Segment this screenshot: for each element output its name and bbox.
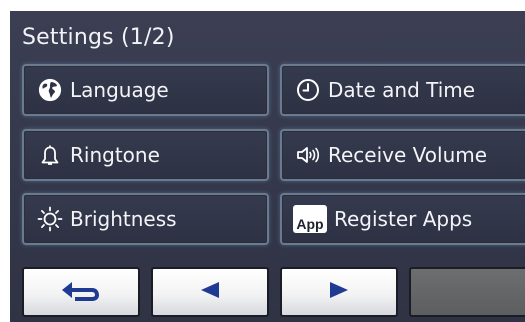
- next-page-button[interactable]: [280, 267, 398, 317]
- app-icon: App: [292, 205, 328, 233]
- page-title: Settings (1/2): [22, 25, 175, 50]
- ringtone-label: Ringtone: [70, 143, 160, 167]
- register-apps-button[interactable]: App Register Apps: [280, 193, 525, 245]
- brightness-button[interactable]: Brightness: [22, 193, 269, 245]
- sun-icon: [36, 205, 64, 233]
- return-arrow-icon: [59, 279, 103, 305]
- receive-volume-label: Receive Volume: [328, 143, 488, 167]
- date-and-time-label: Date and Time: [328, 78, 476, 102]
- ringtone-button[interactable]: Ringtone: [22, 129, 269, 181]
- back-button[interactable]: [22, 267, 140, 317]
- settings-screen: Settings (1/2) Language Date and Time Ri…: [10, 11, 525, 322]
- app-icon-text: App: [293, 205, 327, 233]
- left-triangle-icon: [200, 281, 220, 303]
- bottom-navigation: [10, 261, 525, 322]
- language-button[interactable]: Language: [22, 64, 269, 116]
- globe-icon: [36, 76, 64, 104]
- disabled-nav-button: [409, 267, 525, 317]
- brightness-label: Brightness: [70, 207, 177, 231]
- language-label: Language: [70, 78, 169, 102]
- receive-volume-button[interactable]: Receive Volume: [280, 129, 525, 181]
- clock-icon: [294, 76, 322, 104]
- previous-page-button[interactable]: [151, 267, 269, 317]
- register-apps-label: Register Apps: [334, 207, 473, 231]
- speaker-volume-icon: [294, 141, 322, 169]
- date-and-time-button[interactable]: Date and Time: [280, 64, 525, 116]
- right-triangle-icon: [329, 281, 349, 303]
- bell-icon: [36, 141, 64, 169]
